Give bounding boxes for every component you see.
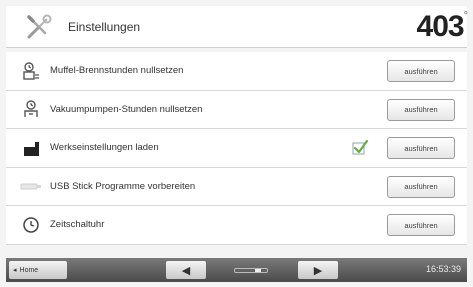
muffle-hours-icon bbox=[20, 60, 42, 82]
temperature-readout: 403° bbox=[416, 10, 469, 44]
row-label: Werkseinstellungen laden bbox=[50, 142, 159, 154]
home-icon: ◂ bbox=[13, 267, 17, 274]
execute-button[interactable]: ausführen bbox=[387, 98, 455, 121]
arrow-left-icon: ◀ bbox=[181, 264, 191, 277]
execute-button[interactable]: ausführen bbox=[387, 137, 455, 159]
arrow-right-icon: ▶ bbox=[313, 264, 323, 277]
footer-bar: ◂ Home ◀ ▶ 16:53:39 bbox=[6, 258, 467, 282]
factory-reset-icon bbox=[20, 137, 42, 159]
header-bar: Einstellungen 403° bbox=[6, 6, 469, 48]
row-label: USB Stick Programme vorbereiten bbox=[50, 180, 196, 192]
row-label: Muffel-Brennstunden nullsetzen bbox=[50, 65, 184, 77]
settings-screen: Einstellungen 403° Muffel-Brennstunden n… bbox=[0, 0, 473, 287]
page-indicator-dot bbox=[255, 269, 261, 272]
execute-button[interactable]: ausführen bbox=[387, 175, 455, 198]
temperature-value: 403 bbox=[416, 10, 465, 43]
row-timer: Zeitschaltuhr ausführen bbox=[6, 206, 467, 245]
back-button[interactable]: ◀ bbox=[166, 261, 206, 279]
home-label: Home bbox=[19, 266, 39, 274]
execute-button[interactable]: ausführen bbox=[387, 214, 455, 236]
page-title: Einstellungen bbox=[68, 19, 141, 34]
row-usb-programs: USB Stick Programme vorbereiten ausführe… bbox=[6, 167, 467, 206]
home-button[interactable]: ◂ Home bbox=[9, 261, 67, 279]
row-label: Zeitschaltuhr bbox=[50, 219, 105, 231]
forward-button[interactable]: ▶ bbox=[298, 261, 338, 279]
usb-stick-icon bbox=[20, 175, 42, 197]
row-label: Vakuumpumpen-Stunden nullsetzen bbox=[50, 103, 203, 115]
row-factory-settings: Werkseinstellungen laden ausführen bbox=[6, 129, 467, 168]
temperature-unit: ° bbox=[463, 10, 469, 22]
page-indicator bbox=[234, 268, 268, 273]
clock: 16:53:39 bbox=[425, 264, 461, 274]
row-vacuum-pump-hours: Vakuumpumpen-Stunden nullsetzen ausführe… bbox=[6, 90, 467, 129]
timer-clock-icon bbox=[20, 214, 42, 236]
settings-list: Muffel-Brennstunden nullsetzen ausführen… bbox=[6, 52, 467, 245]
row-muffle-hours: Muffel-Brennstunden nullsetzen ausführen bbox=[6, 52, 467, 91]
checkmark-icon bbox=[351, 139, 369, 157]
execute-button[interactable]: ausführen bbox=[387, 60, 455, 82]
wrench-screwdriver-icon bbox=[24, 12, 54, 42]
vacuum-pump-icon bbox=[20, 98, 42, 120]
